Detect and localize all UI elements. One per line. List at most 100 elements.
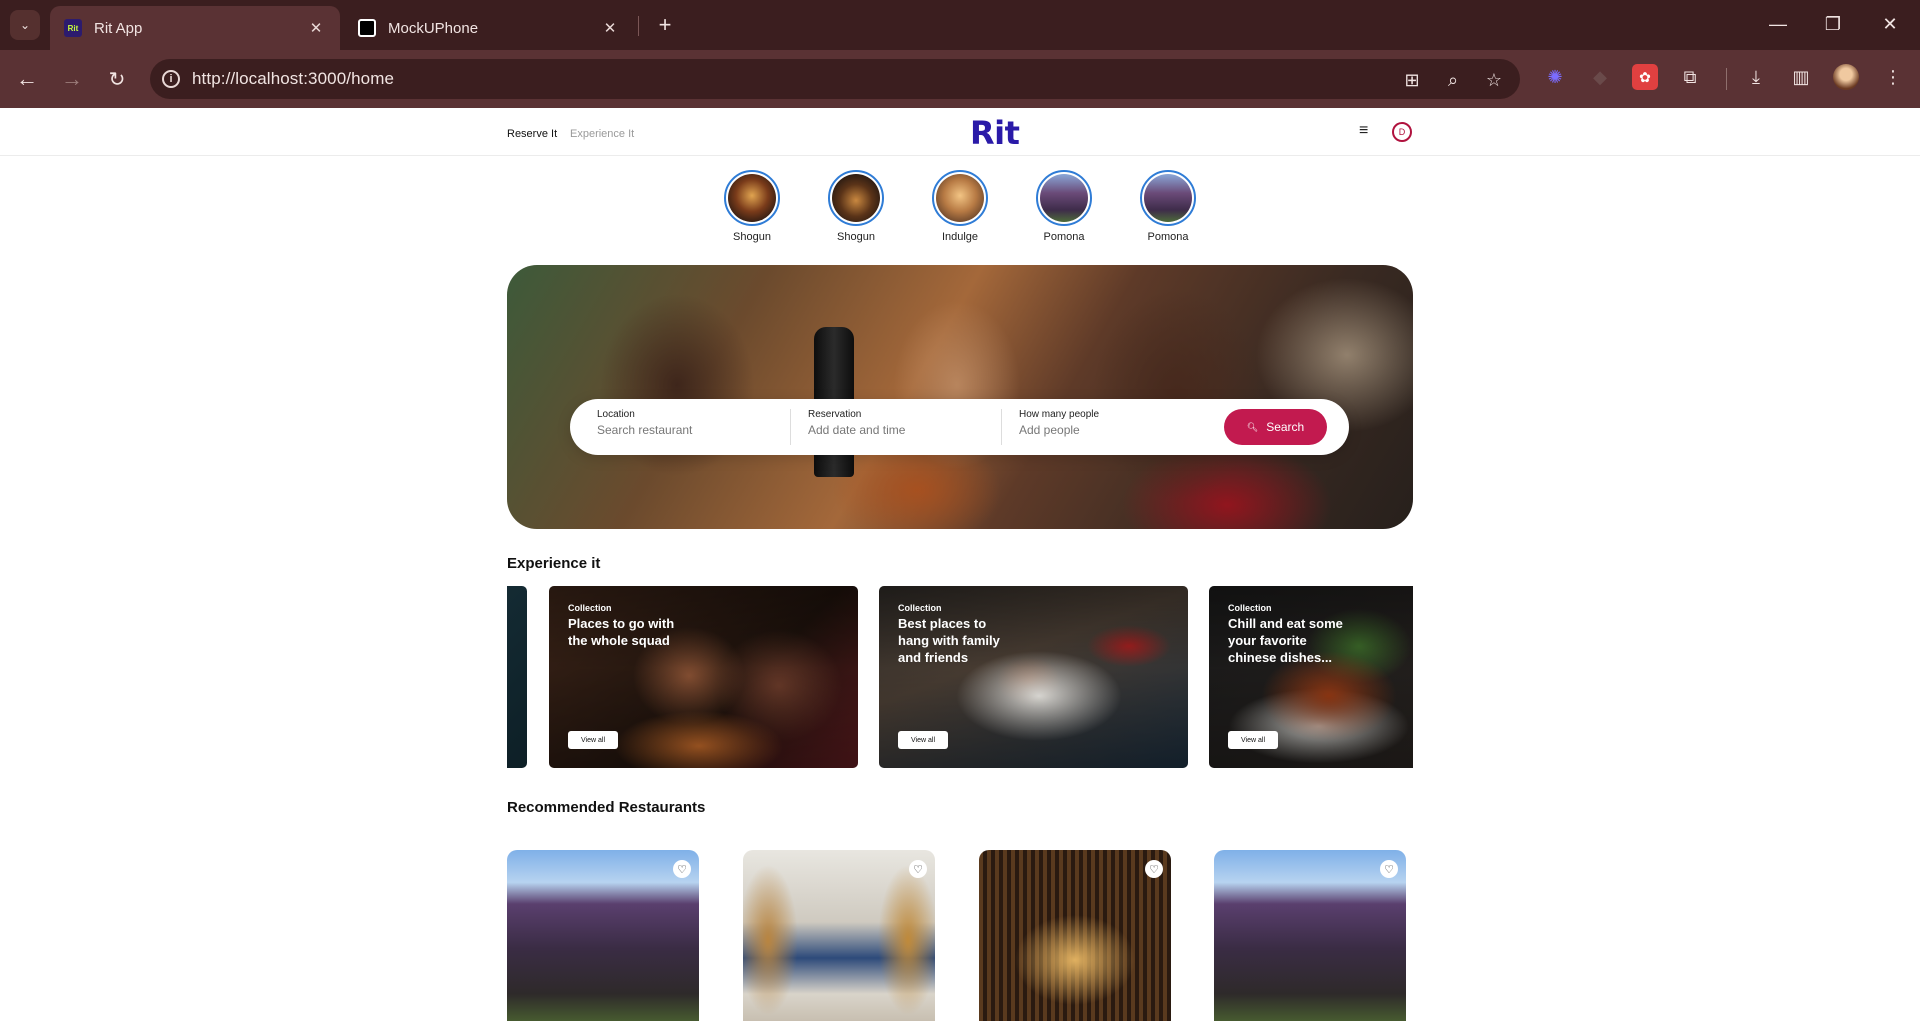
- story-image: [1040, 174, 1088, 222]
- tab-close-icon[interactable]: ✕: [306, 19, 326, 37]
- extension-red-icon[interactable]: ✿: [1632, 64, 1658, 90]
- experience-card[interactable]: [507, 586, 527, 768]
- tab-list-button[interactable]: ⌄: [10, 10, 40, 40]
- address-bar[interactable]: i http://localhost:3000/home ⊞ ⌕ ☆: [150, 59, 1520, 99]
- reservation-label: Reservation: [808, 409, 862, 420]
- search-icon: 🔍︎: [1246, 421, 1259, 432]
- location-label: Location: [597, 409, 635, 420]
- view-all-button[interactable]: View all: [898, 731, 948, 749]
- story-image: [936, 174, 984, 222]
- restaurant-card[interactable]: ♡: [979, 850, 1171, 1021]
- hamburger-menu-icon[interactable]: ≡: [1359, 123, 1375, 139]
- search-divider: [790, 409, 791, 445]
- view-all-button[interactable]: View all: [1228, 731, 1278, 749]
- story-ring: [724, 170, 780, 226]
- heart-icon[interactable]: ♡: [909, 860, 927, 878]
- tab-mockuphone[interactable]: MockUPhone ✕: [344, 6, 634, 50]
- heart-icon[interactable]: ♡: [1380, 860, 1398, 878]
- story-item[interactable]: Pomona: [1036, 170, 1092, 243]
- reload-button[interactable]: ↻: [102, 64, 132, 94]
- toolbar-separator: [1726, 68, 1727, 90]
- tab-separator: [638, 16, 639, 36]
- search-divider: [1001, 409, 1002, 445]
- nav-experience-it[interactable]: Experience It: [570, 128, 634, 140]
- search-bar: Location Search restaurant Reservation A…: [570, 399, 1349, 455]
- rit-favicon-icon: Rit: [64, 19, 82, 37]
- story-label: Indulge: [941, 231, 979, 243]
- minimize-button[interactable]: —: [1756, 8, 1800, 40]
- experience-card[interactable]: Collection Best places to hang with fami…: [879, 586, 1188, 768]
- story-ring: [1140, 170, 1196, 226]
- story-label: Shogun: [837, 231, 875, 243]
- rit-logo[interactable]: Rit: [970, 114, 1020, 152]
- tab-title: Rit App: [94, 19, 143, 37]
- mockuphone-favicon-icon: [358, 19, 376, 37]
- browser-tab-bar: ⌄ Rit Rit App ✕ MockUPhone ✕ + — ❐ ✕: [0, 0, 1920, 50]
- web-page: Reserve It Experience It Rit ≡ D Shogun …: [0, 108, 1920, 1021]
- browser-menu-icon[interactable]: ⋮: [1880, 64, 1906, 90]
- search-button-label: Search: [1266, 420, 1305, 434]
- tab-title: MockUPhone: [388, 19, 479, 37]
- story-item[interactable]: Pomona: [1140, 170, 1196, 243]
- story-item[interactable]: Shogun: [828, 170, 884, 243]
- story-image: [1144, 174, 1192, 222]
- experience-card-kicker: Collection: [1228, 603, 1272, 613]
- restaurant-card[interactable]: ♡: [507, 850, 699, 1021]
- bookmark-star-icon[interactable]: ☆: [1482, 68, 1506, 92]
- restaurant-card[interactable]: ♡: [743, 850, 935, 1021]
- experience-card[interactable]: Collection Chill and eat some your favor…: [1209, 586, 1413, 768]
- side-panel-icon[interactable]: ▥: [1788, 64, 1814, 90]
- restaurant-card[interactable]: ♡: [1214, 850, 1406, 1021]
- people-input[interactable]: Add people: [1019, 423, 1099, 437]
- hero-banner-image: [507, 265, 1413, 529]
- experience-card[interactable]: Collection Places to go with the whole s…: [549, 586, 858, 768]
- forward-button[interactable]: →: [57, 64, 87, 94]
- back-button[interactable]: ←: [12, 64, 42, 94]
- new-tab-button[interactable]: +: [650, 10, 680, 40]
- site-info-icon[interactable]: i: [150, 70, 192, 88]
- zoom-icon[interactable]: ⌕: [1441, 68, 1465, 92]
- story-ring: [932, 170, 988, 226]
- heart-icon[interactable]: ♡: [1145, 860, 1163, 878]
- experience-section-title: Experience it: [507, 555, 601, 572]
- story-item[interactable]: Indulge: [932, 170, 988, 243]
- reservation-field[interactable]: Reservation Add date and time: [808, 409, 905, 437]
- restore-button[interactable]: ❐: [1811, 8, 1855, 40]
- story-label: Shogun: [733, 231, 771, 243]
- extension-sparkle-icon[interactable]: ✺: [1542, 64, 1568, 90]
- story-label: Pomona: [1043, 231, 1085, 243]
- reservation-input[interactable]: Add date and time: [808, 423, 905, 437]
- experience-card-title: Best places to hang with family and frie…: [898, 616, 1000, 665]
- tab-close-icon[interactable]: ✕: [600, 19, 620, 37]
- extensions-puzzle-icon[interactable]: ⧉: [1677, 64, 1703, 90]
- view-all-button[interactable]: View all: [568, 731, 618, 749]
- people-field[interactable]: How many people Add people: [1019, 409, 1099, 437]
- nav-reserve-it[interactable]: Reserve It: [507, 128, 557, 140]
- url-text[interactable]: http://localhost:3000/home: [192, 69, 394, 89]
- story-image: [728, 174, 776, 222]
- search-button[interactable]: 🔍︎ Search: [1224, 409, 1327, 445]
- people-label: How many people: [1019, 409, 1100, 420]
- experience-card-kicker: Collection: [568, 603, 612, 613]
- site-header: Reserve It Experience It Rit ≡ D: [0, 108, 1920, 156]
- tab-rit-app[interactable]: Rit Rit App ✕: [50, 6, 340, 50]
- window-close-button[interactable]: ✕: [1868, 8, 1912, 40]
- story-image: [832, 174, 880, 222]
- user-avatar[interactable]: D: [1392, 122, 1412, 142]
- downloads-icon[interactable]: ⤓: [1743, 64, 1769, 90]
- story-item[interactable]: Shogun: [724, 170, 780, 243]
- experience-card-kicker: Collection: [898, 603, 942, 613]
- experience-card-title: Places to go with the whole squad: [568, 616, 675, 648]
- location-input[interactable]: Search restaurant: [597, 423, 692, 437]
- story-ring: [828, 170, 884, 226]
- experience-card-title: Chill and eat some your favorite chinese…: [1228, 616, 1343, 665]
- story-ring: [1036, 170, 1092, 226]
- profile-avatar-icon[interactable]: [1833, 64, 1859, 90]
- extension-dark-icon[interactable]: ◆: [1587, 64, 1613, 90]
- install-app-icon[interactable]: ⊞: [1400, 68, 1424, 92]
- recommended-section-title: Recommended Restaurants: [507, 799, 706, 816]
- story-label: Pomona: [1147, 231, 1189, 243]
- heart-icon[interactable]: ♡: [673, 860, 691, 878]
- experience-carousel: Collection Places to go with the whole s…: [507, 586, 1413, 768]
- location-field[interactable]: Location Search restaurant: [597, 409, 692, 437]
